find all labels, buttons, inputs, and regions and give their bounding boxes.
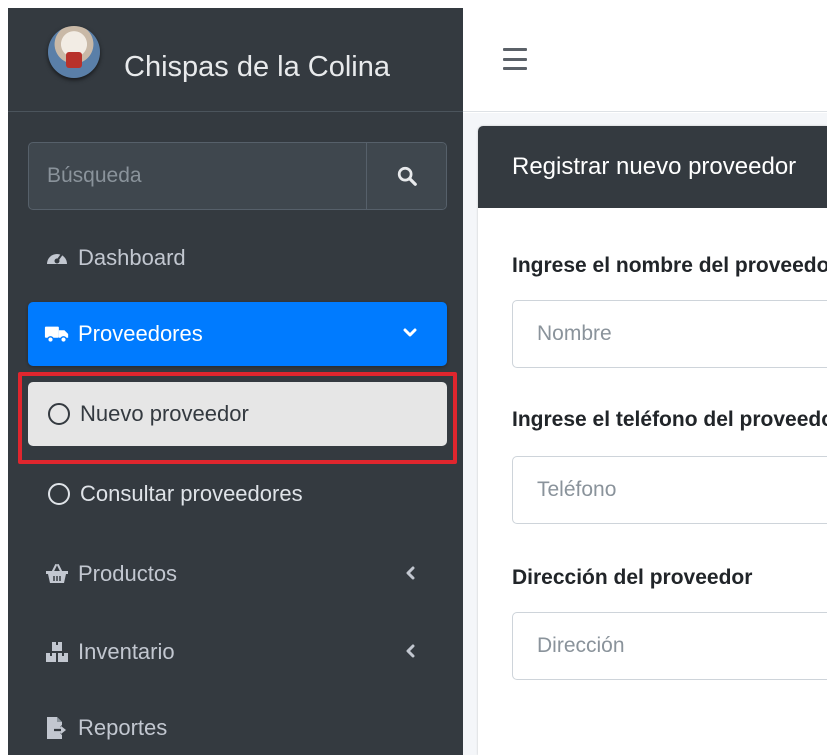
brand-logo bbox=[48, 26, 100, 78]
boxes-icon bbox=[44, 639, 70, 665]
basket-icon bbox=[44, 561, 70, 587]
search-input[interactable] bbox=[29, 143, 366, 209]
sidebar: Chispas de la Colina Dashboard bbox=[8, 8, 463, 755]
truck-icon bbox=[44, 321, 70, 347]
sidebar-item-productos[interactable]: Productos bbox=[28, 542, 447, 606]
name-label: Ingrese el nombre del proveedor bbox=[512, 254, 827, 277]
chevron-down-icon bbox=[399, 322, 421, 344]
address-label: Dirección del proveedor bbox=[512, 566, 753, 589]
sidebar-item-label: Reportes bbox=[78, 715, 168, 740]
brand-name: Chispas de la Colina bbox=[124, 51, 390, 83]
chevron-left-icon bbox=[399, 640, 421, 662]
sidebar-search bbox=[28, 142, 447, 210]
phone-label: Ingrese el teléfono del proveedor bbox=[512, 408, 827, 431]
file-export-icon bbox=[44, 715, 70, 741]
search-icon bbox=[397, 166, 417, 186]
search-button[interactable] bbox=[366, 143, 446, 209]
sidebar-item-inventario[interactable]: Inventario bbox=[28, 620, 447, 684]
chevron-left-icon bbox=[399, 562, 421, 584]
sidebar-item-proveedores[interactable]: Proveedores bbox=[28, 302, 447, 366]
sidebar-item-label: Dashboard bbox=[78, 245, 186, 270]
top-navbar bbox=[463, 8, 827, 112]
phone-input[interactable] bbox=[512, 456, 827, 524]
circle-icon bbox=[48, 403, 70, 425]
name-input[interactable] bbox=[512, 300, 827, 368]
sidebar-item-label: Inventario bbox=[78, 639, 175, 664]
brand-link[interactable]: Chispas de la Colina bbox=[8, 8, 463, 112]
app-window: Chispas de la Colina Dashboard bbox=[8, 8, 827, 755]
sidebar-item-consultar-proveedores[interactable]: Consultar proveedores bbox=[28, 462, 447, 526]
hamburger-menu-icon[interactable] bbox=[503, 48, 527, 70]
sidebar-item-label: Nuevo proveedor bbox=[80, 401, 249, 426]
sidebar-item-nuevo-proveedor[interactable]: Nuevo proveedor bbox=[28, 382, 447, 446]
sidebar-item-label: Productos bbox=[78, 561, 178, 586]
card-title: Registrar nuevo proveedor bbox=[478, 126, 827, 208]
sidebar-item-dashboard[interactable]: Dashboard bbox=[28, 226, 447, 290]
dashboard-icon bbox=[44, 245, 70, 271]
sidebar-item-label: Proveedores bbox=[78, 321, 203, 346]
sidebar-item-label: Consultar proveedores bbox=[80, 481, 303, 506]
circle-icon bbox=[48, 483, 70, 505]
address-input[interactable] bbox=[512, 612, 827, 680]
sidebar-item-reportes[interactable]: Reportes bbox=[28, 696, 447, 755]
register-provider-card: Registrar nuevo proveedor Ingrese el nom… bbox=[478, 126, 827, 755]
